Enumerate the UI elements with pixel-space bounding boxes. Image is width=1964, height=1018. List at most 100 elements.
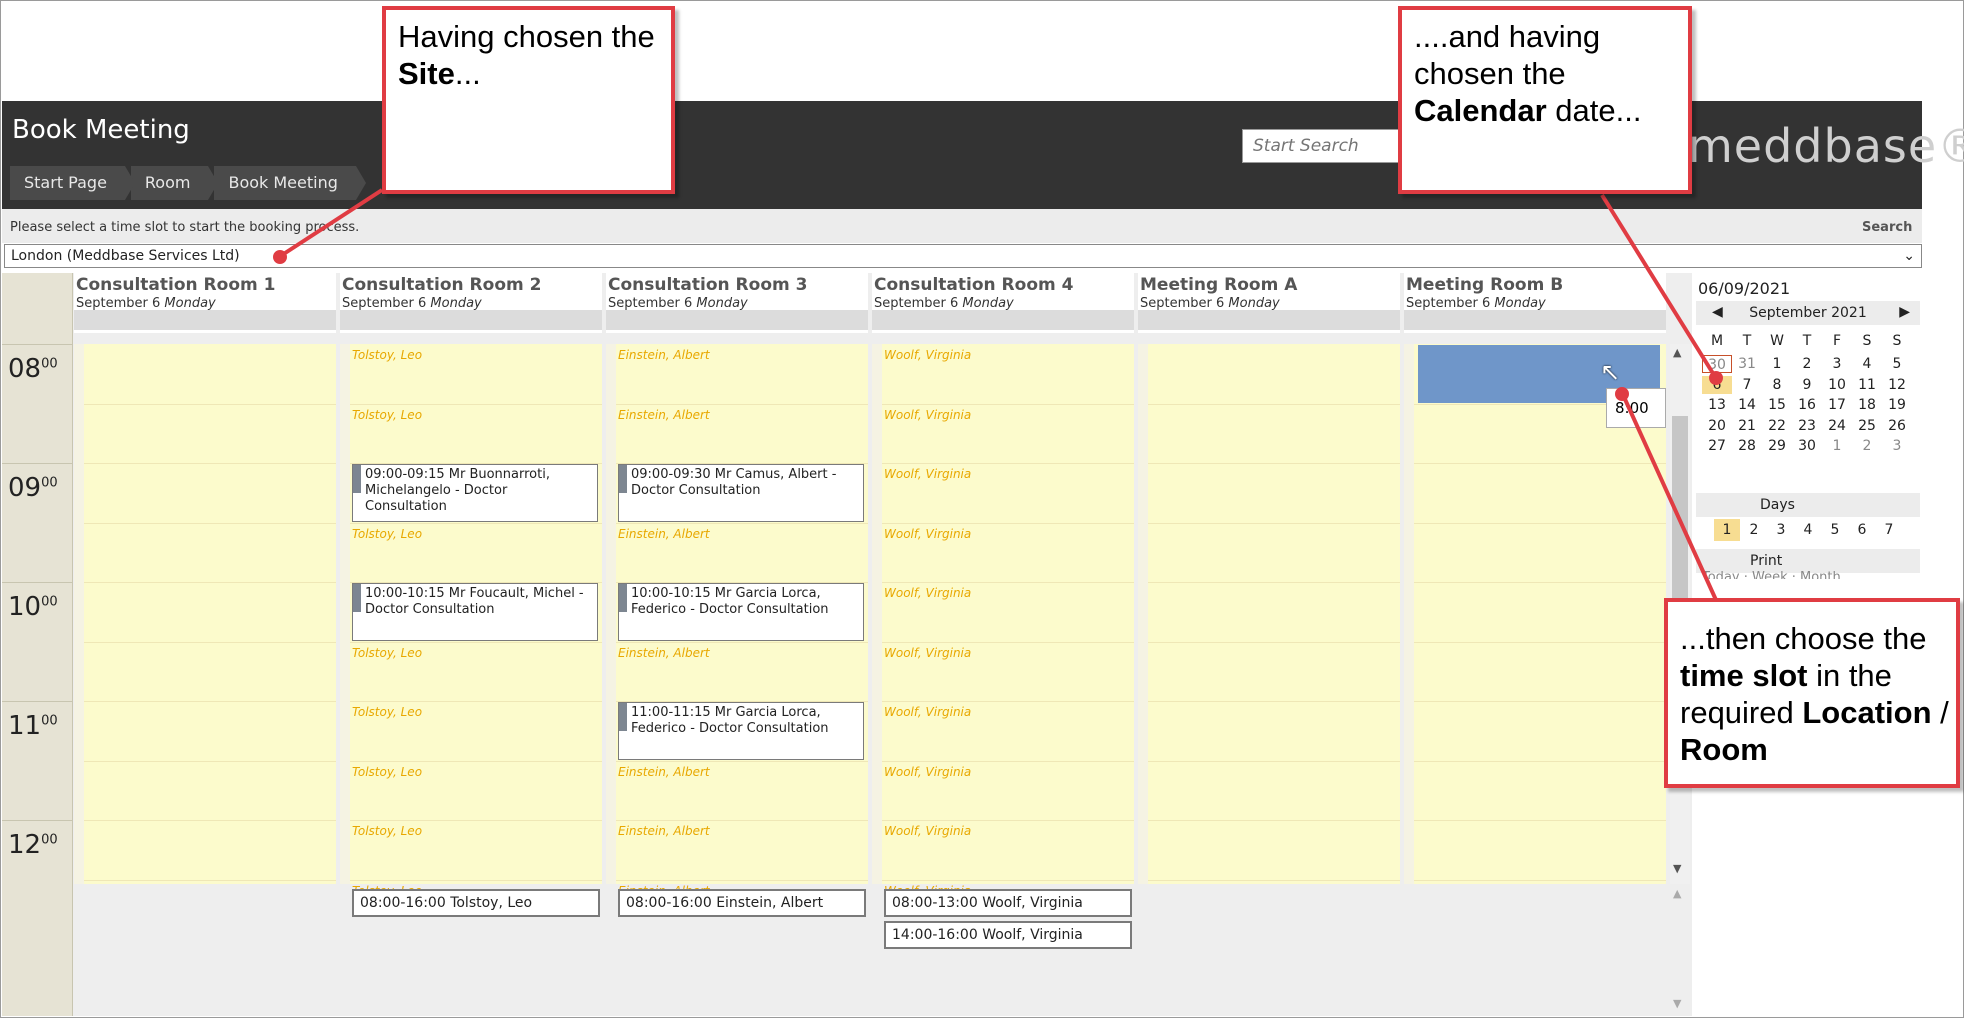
days-option[interactable]: 4 (1795, 519, 1821, 541)
calendar-day[interactable]: 22 (1762, 417, 1792, 435)
calendar-day[interactable]: 19 (1882, 396, 1912, 414)
slot-clinician-label[interactable]: Tolstoy, Leo (352, 705, 422, 719)
slot-clinician-label[interactable]: Tolstoy, Leo (352, 348, 422, 362)
slot-column[interactable]: ↖ 8:00 (1404, 344, 1666, 884)
calendar-day[interactable]: 4 (1852, 355, 1882, 373)
appointment-block[interactable]: 10:00-10:15 Mr Foucault, Michel - Doctor… (352, 583, 598, 641)
slot-clinician-label[interactable]: Woolf, Virginia (884, 824, 971, 838)
calendar-day[interactable]: 5 (1882, 355, 1912, 373)
slot-clinician-label[interactable]: Woolf, Virginia (884, 348, 971, 362)
calendar-day[interactable]: 2 (1792, 355, 1822, 373)
callout-site: Having chosen the Site... (382, 6, 675, 194)
scroll-down-icon[interactable]: ▼ (1673, 862, 1681, 875)
appointment-block[interactable]: 09:00-09:15 Mr Buonnarroti, Michelangelo… (352, 464, 598, 522)
breadcrumb-room[interactable]: Room (130, 166, 218, 200)
slot-column[interactable]: Tolstoy, Leo Tolstoy, Leo Tolstoy, Leo Tols… (340, 344, 602, 898)
slot-clinician-label[interactable]: Einstein, Albert (618, 824, 710, 838)
room-date: September 6 Monday (1140, 296, 1280, 311)
slot-clinician-label[interactable]: Woolf, Virginia (884, 467, 971, 481)
slot-column[interactable]: Einstein, Albert Einstein, Albert Einstein… (606, 344, 868, 898)
slot-clinician-label[interactable]: Einstein, Albert (618, 646, 710, 660)
days-option[interactable]: 2 (1741, 519, 1767, 541)
slot-clinician-label[interactable]: Einstein, Albert (618, 765, 710, 779)
slot-clinician-label[interactable]: Tolstoy, Leo (352, 824, 422, 838)
search-link[interactable]: Search (1862, 220, 1912, 235)
rota-block[interactable]: 14:00-16:00 Woolf, Virginia (884, 921, 1132, 949)
instruction-bar: Please select a time slot to start the b… (2, 209, 1922, 243)
slot-clinician-label[interactable]: Woolf, Virginia (884, 527, 971, 541)
breadcrumb-book-meeting[interactable]: Book Meeting (214, 166, 367, 200)
scroll-up-icon[interactable]: ▲ (1673, 887, 1681, 900)
caret-right-icon[interactable]: ▶ (1899, 304, 1910, 320)
rota-scrollbar[interactable]: ▲ ▼ (1670, 885, 1690, 1015)
slot-clinician-label[interactable]: Tolstoy, Leo (352, 408, 422, 422)
calendar-day[interactable]: 28 (1732, 437, 1762, 455)
calendar-day[interactable]: 7 (1732, 376, 1762, 394)
days-option[interactable]: 1 (1714, 519, 1740, 541)
slot-clinician-label[interactable]: Einstein, Albert (618, 527, 710, 541)
print-label: Print (1750, 553, 1783, 569)
slot-column[interactable] (1138, 344, 1400, 884)
slot-clinician-label[interactable]: Einstein, Albert (618, 408, 710, 422)
calendar-day[interactable]: 21 (1732, 417, 1762, 435)
calendar-day[interactable]: 27 (1702, 437, 1732, 455)
calendar-day[interactable]: 10 (1822, 376, 1852, 394)
print-links[interactable]: Today · Week · Month (1702, 571, 1841, 579)
calendar-day[interactable]: 8 (1762, 376, 1792, 394)
calendar-day[interactable]: 15 (1762, 396, 1792, 414)
calendar-day[interactable]: 30 (1792, 437, 1822, 455)
calendar-day[interactable]: 3 (1822, 355, 1852, 373)
appointment-block[interactable]: 10:00-10:15 Mr Garcia Lorca, Federico - … (618, 583, 864, 641)
calendar-day[interactable]: 23 (1792, 417, 1822, 435)
selected-date: 06/09/2021 (1698, 279, 1791, 298)
calendar-day[interactable]: 26 (1882, 417, 1912, 435)
scroll-down-icon[interactable]: ▼ (1673, 997, 1681, 1010)
scroll-up-icon[interactable]: ▲ (1673, 346, 1681, 359)
slot-clinician-label[interactable]: Tolstoy, Leo (352, 646, 422, 660)
rota-block[interactable]: 08:00-13:00 Woolf, Virginia (884, 889, 1132, 917)
calendar-day[interactable]: 31 (1732, 355, 1762, 373)
room-calendar: 0800 0900 1000 1100 1200 Consultation Room 1… (2, 273, 1692, 1016)
site-select[interactable]: London (Meddbase Services Ltd) ⌄ (4, 244, 1922, 268)
slot-clinician-label[interactable]: Woolf, Virginia (884, 765, 971, 779)
breadcrumb-start-page[interactable]: Start Page (10, 166, 135, 200)
days-option[interactable]: 5 (1822, 519, 1848, 541)
slot-column[interactable]: Woolf, Virginia Woolf, Virginia Woolf, Vir… (872, 344, 1134, 898)
rota-block[interactable]: 08:00-16:00 Tolstoy, Leo (352, 889, 600, 917)
calendar-day[interactable]: 9 (1792, 376, 1822, 394)
slot-clinician-label[interactable]: Woolf, Virginia (884, 646, 971, 660)
appointment-block[interactable]: 09:00-09:30 Mr Camus, Albert - Doctor Co… (618, 464, 864, 522)
slot-clinician-label[interactable]: Tolstoy, Leo (352, 765, 422, 779)
calendar-day[interactable]: 6 (1702, 375, 1732, 394)
calendar-day[interactable]: 1 (1762, 355, 1792, 373)
calendar-day[interactable]: 13 (1702, 396, 1732, 414)
calendar-day[interactable]: 29 (1762, 437, 1792, 455)
calendar-day[interactable]: 2 (1852, 437, 1882, 455)
calendar-day[interactable]: 18 (1852, 396, 1882, 414)
calendar-day[interactable]: 3 (1882, 437, 1912, 455)
appointment-block[interactable]: 11:00-11:15 Mr Garcia Lorca, Federico - … (618, 702, 864, 760)
calendar-day[interactable]: 16 (1792, 396, 1822, 414)
slot-clinician-label[interactable]: Woolf, Virginia (884, 586, 971, 600)
calendar-day[interactable]: 12 (1882, 376, 1912, 394)
days-option[interactable]: 6 (1849, 519, 1875, 541)
calendar-day[interactable]: 20 (1702, 417, 1732, 435)
slot-column[interactable] (74, 344, 336, 884)
scroll-thumb[interactable] (1672, 416, 1688, 628)
calendar-day[interactable]: 17 (1822, 396, 1852, 414)
days-option[interactable]: 7 (1876, 519, 1902, 541)
calendar-day[interactable]: 24 (1822, 417, 1852, 435)
calendar-day[interactable]: 1 (1822, 437, 1852, 455)
slot-clinician-label[interactable]: Einstein, Albert (618, 348, 710, 362)
calendar-day[interactable]: 11 (1852, 376, 1882, 394)
chevron-down-icon[interactable]: ⌄ (1903, 245, 1915, 267)
slot-clinician-label[interactable]: Woolf, Virginia (884, 705, 971, 719)
calendar-day[interactable]: 25 (1852, 417, 1882, 435)
calendar-day[interactable]: 30 (1702, 355, 1732, 373)
slot-clinician-label[interactable]: Woolf, Virginia (884, 408, 971, 422)
rota-block[interactable]: 08:00-16:00 Einstein, Albert (618, 889, 866, 917)
days-option[interactable]: 3 (1768, 519, 1794, 541)
slot-clinician-label[interactable]: Tolstoy, Leo (352, 527, 422, 541)
minute-suffix: 00 (41, 832, 58, 848)
calendar-day[interactable]: 14 (1732, 396, 1762, 414)
